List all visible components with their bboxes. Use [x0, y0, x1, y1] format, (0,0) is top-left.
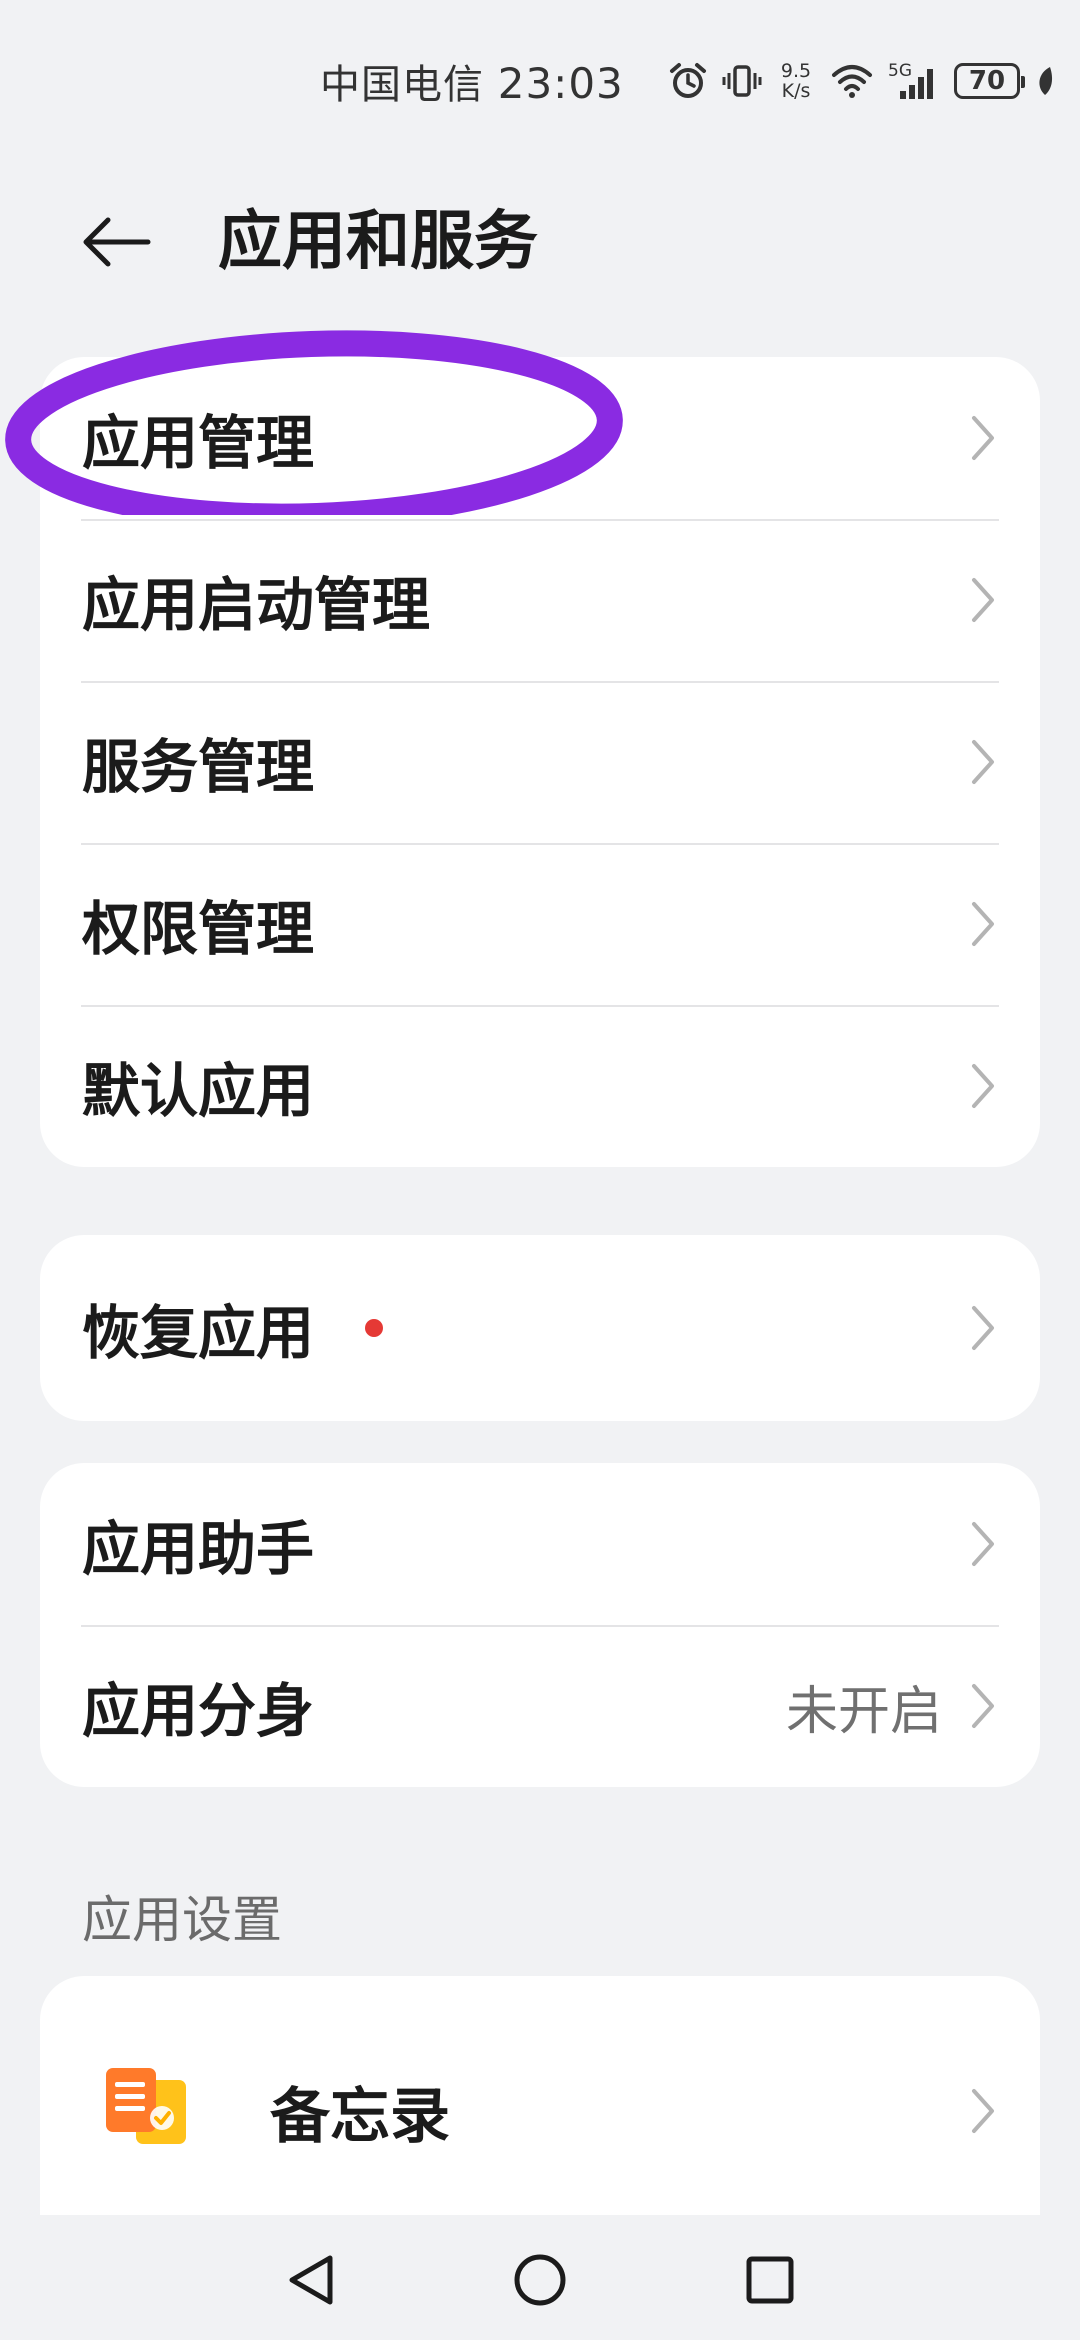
page-title: 应用和服务: [218, 205, 538, 279]
nav-recents-button[interactable]: [735, 2245, 805, 2315]
chevron-right-icon: [972, 1064, 994, 1108]
leaf-icon: [1034, 63, 1056, 99]
nav-back-button[interactable]: [275, 2245, 345, 2315]
battery-level: 70: [968, 66, 1006, 96]
restore-apps-card: 恢复应用: [40, 1235, 1040, 1421]
vibrate-icon: [722, 61, 762, 101]
list-item-label: 应用助手: [82, 1515, 315, 1583]
list-item-label: 默认应用: [82, 1057, 315, 1125]
list-item-default-apps[interactable]: 默认应用: [40, 1005, 1040, 1167]
list-item-label: 备忘录: [270, 2081, 450, 2152]
chevron-right-icon: [972, 416, 994, 460]
net-speed-value: 9.5: [780, 60, 812, 82]
notification-dot: [365, 1319, 383, 1337]
list-item-app-assistant[interactable]: 应用助手: [40, 1463, 1040, 1625]
app-settings-card: 备忘录: [40, 1976, 1040, 2216]
list-item-app-twin[interactable]: 应用分身 未开启: [40, 1625, 1040, 1787]
clock: 23:03: [497, 59, 624, 108]
section-header-app-settings: 应用设置: [82, 1891, 282, 1949]
circle-home-icon: [514, 2254, 566, 2306]
list-item-label: 应用分身: [82, 1677, 315, 1745]
chevron-right-icon: [972, 1684, 994, 1728]
carrier-name: 中国电信: [320, 62, 484, 108]
chevron-right-icon: [972, 740, 994, 784]
list-item-app-launch-management[interactable]: 应用启动管理: [40, 519, 1040, 681]
list-item-service-management[interactable]: 服务管理: [40, 681, 1040, 843]
status-value: 未开启: [785, 1681, 942, 1742]
cellular-signal-icon: 5G: [888, 59, 940, 103]
chevron-right-icon: [972, 1306, 994, 1350]
chevron-right-icon: [972, 578, 994, 622]
nav-home-button[interactable]: [505, 2245, 575, 2315]
carrier-time: 中国电信 23:03: [320, 52, 624, 110]
alarm-icon: [668, 61, 708, 101]
list-item-memo[interactable]: 备忘录: [40, 1976, 1040, 2216]
list-item-label: 恢复应用: [82, 1299, 315, 1367]
list-item-restore-apps[interactable]: 恢复应用: [40, 1235, 1040, 1421]
battery-icon: 70: [954, 63, 1025, 99]
list-item-label: 权限管理: [82, 895, 315, 963]
app-tools-card: 应用助手 应用分身 未开启: [40, 1463, 1040, 1787]
triangle-back-icon: [289, 2255, 333, 2305]
header: 应用和服务: [0, 180, 1080, 290]
net-speed-unit: K/s: [781, 80, 811, 102]
status-bar: 中国电信 23:03 9.5 K/s 5G 70: [0, 0, 1080, 160]
square-recents-icon: [746, 2256, 794, 2304]
navigation-bar: [0, 2215, 1080, 2340]
back-arrow-icon: [83, 217, 151, 267]
chevron-right-icon: [972, 1522, 994, 1566]
net-speed: 9.5 K/s: [776, 61, 816, 101]
back-button[interactable]: [78, 202, 168, 282]
wifi-icon: [830, 61, 874, 101]
list-item-label: 服务管理: [82, 733, 315, 801]
memo-app-icon: [106, 2068, 186, 2144]
list-item-app-management[interactable]: 应用管理: [40, 357, 1040, 519]
app-management-card: 应用管理 应用启动管理 服务管理 权限管理 默认应用: [40, 357, 1040, 1167]
chevron-right-icon: [972, 2089, 994, 2133]
chevron-right-icon: [972, 902, 994, 946]
list-item-label: 应用管理: [82, 409, 315, 477]
list-item-label: 应用启动管理: [82, 571, 431, 639]
list-item-permission-management[interactable]: 权限管理: [40, 843, 1040, 1005]
status-icons: 9.5 K/s 5G 70: [668, 56, 1056, 106]
